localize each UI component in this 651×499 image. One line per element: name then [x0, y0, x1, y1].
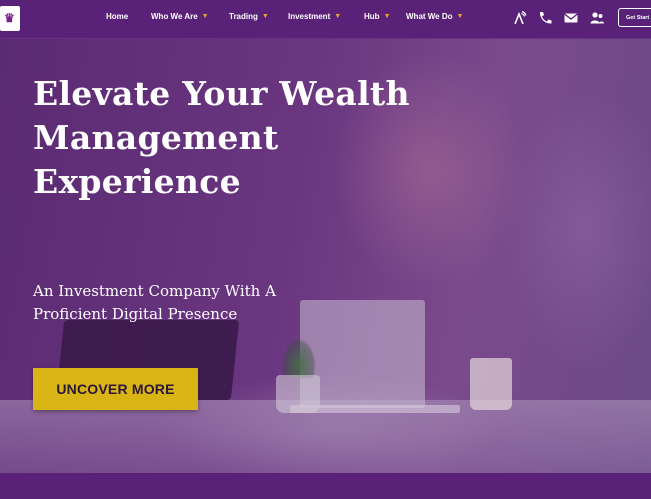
- brand-logo[interactable]: ♛: [0, 6, 20, 31]
- chevron-down-icon: ▼: [456, 13, 464, 20]
- subheading-line: An Investment Company With A: [33, 282, 276, 300]
- nav-item-home[interactable]: Home: [106, 12, 128, 21]
- hero-photo-pot: [276, 375, 320, 413]
- chevron-down-icon: ▼: [261, 13, 269, 20]
- get-started-button[interactable]: Get Start: [618, 8, 651, 27]
- nav-item-label: Home: [106, 12, 129, 21]
- subheading-line: Proficient Digital Presence: [33, 305, 238, 323]
- hero-subheading: An Investment Company With A Proficient …: [33, 280, 363, 326]
- nav-item-label: Hub: [364, 12, 380, 21]
- logo-mark-icon: ♛: [4, 11, 15, 25]
- user-group-icon[interactable]: [589, 10, 605, 26]
- nav-item-hub[interactable]: Hub ▼: [364, 12, 391, 21]
- chevron-down-icon: ▼: [383, 13, 391, 20]
- headline-line: Experience: [33, 162, 241, 201]
- mail-icon[interactable]: [563, 10, 579, 26]
- nav-item-label: Trading: [229, 12, 258, 21]
- chevron-down-icon: ▼: [201, 13, 209, 20]
- nav-item-trading[interactable]: Trading ▼: [229, 12, 269, 21]
- hero-photo-cup: [470, 358, 512, 410]
- nav-item-label: What We Do: [406, 12, 453, 21]
- nav-item-label: Who We Are: [151, 12, 198, 21]
- nav-item-investment[interactable]: Investment ▼: [288, 12, 341, 21]
- nav-item-label: Investment: [288, 12, 331, 21]
- top-navbar: ♛ Home Who We Are ▼ Trading ▼ Investment…: [0, 0, 651, 39]
- broadcast-icon[interactable]: [511, 10, 527, 26]
- headline-line: Management: [33, 118, 279, 157]
- hero-photo-plant: [282, 338, 316, 378]
- uncover-more-button[interactable]: UNCOVER MORE: [33, 368, 198, 410]
- headline-line: Elevate Your Wealth: [33, 74, 410, 113]
- chevron-down-icon: ▼: [334, 13, 342, 20]
- phone-icon[interactable]: [537, 10, 553, 26]
- hero-headline: Elevate Your Wealth Management Experienc…: [33, 72, 463, 204]
- nav-item-who-we-are[interactable]: Who We Are ▼: [151, 12, 209, 21]
- nav-item-what-we-do[interactable]: What We Do ▼: [406, 12, 463, 21]
- bottom-section-band: [0, 473, 651, 499]
